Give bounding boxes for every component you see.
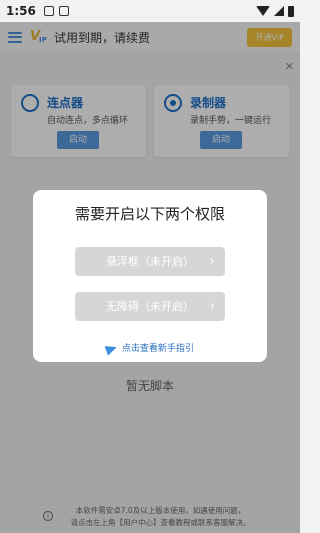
footer-line-1: 本软件需安卓7.0及以上版本使用，如遇使用问题， [75,506,246,515]
close-icon[interactable]: ✕ [285,60,294,73]
footer-line-2: 请点击左上角【用户中心】查看教程或联系客服解决。 [70,518,251,527]
permission-dialog: 需要开启以下两个权限 悬浮框（未开启） › 无障碍（未开启） › 点击查看新手指… [33,190,267,362]
app-title: 试用到期，请续费 [54,30,151,45]
card-title: 连点器 [47,96,84,110]
vip-logo: V IP [30,29,47,44]
record-icon [164,94,182,112]
chevron-right-icon: › [209,299,215,314]
start-clicker-button[interactable]: 启动 [57,131,99,149]
status-icons [256,5,294,17]
card-title: 录制器 [190,96,227,110]
guide-link[interactable]: 点击查看新手指引 [33,341,267,356]
float-permission-label: 悬浮框（未开启） [106,255,194,268]
chevron-right-icon: › [209,254,215,269]
image-notification-icon [43,6,54,16]
guide-link-label: 点击查看新手指引 [121,344,194,354]
battery-icon [288,5,294,17]
tap-icon [21,94,39,112]
open-vip-button[interactable]: 开通VIP [247,27,292,47]
app-notification-icon [58,6,69,16]
status-time: 1:56 [6,4,36,18]
app-bar: V IP 试用到期，请续费 开通VIP [0,22,300,52]
accessibility-permission-button[interactable]: 无障碍（未开启） › [75,292,225,321]
start-recorder-button[interactable]: 启动 [200,131,242,149]
wifi-icon [256,6,270,16]
menu-icon[interactable] [8,31,22,43]
footer-notice: 本软件需安卓7.0及以上版本使用，如遇使用问题， 请点击左上角【用户中心】查看教… [38,505,283,529]
paper-plane-icon [104,341,119,356]
empty-script-text: 暂无脚本 [125,379,174,393]
signal-icon [274,6,284,16]
card-clicker: 连点器 自动连点，多点循环 启动 [11,85,146,157]
status-bar: 1:56 [0,0,300,22]
dialog-title: 需要开启以下两个权限 [74,205,225,223]
card-desc: 录制手势，一键运行 [190,116,272,126]
accessibility-permission-label: 无障碍（未开启） [106,300,194,313]
card-desc: 自动连点，多点循环 [47,116,129,126]
card-recorder: 录制器 录制手势，一键运行 启动 [154,85,289,157]
float-permission-button[interactable]: 悬浮框（未开启） › [75,247,225,276]
